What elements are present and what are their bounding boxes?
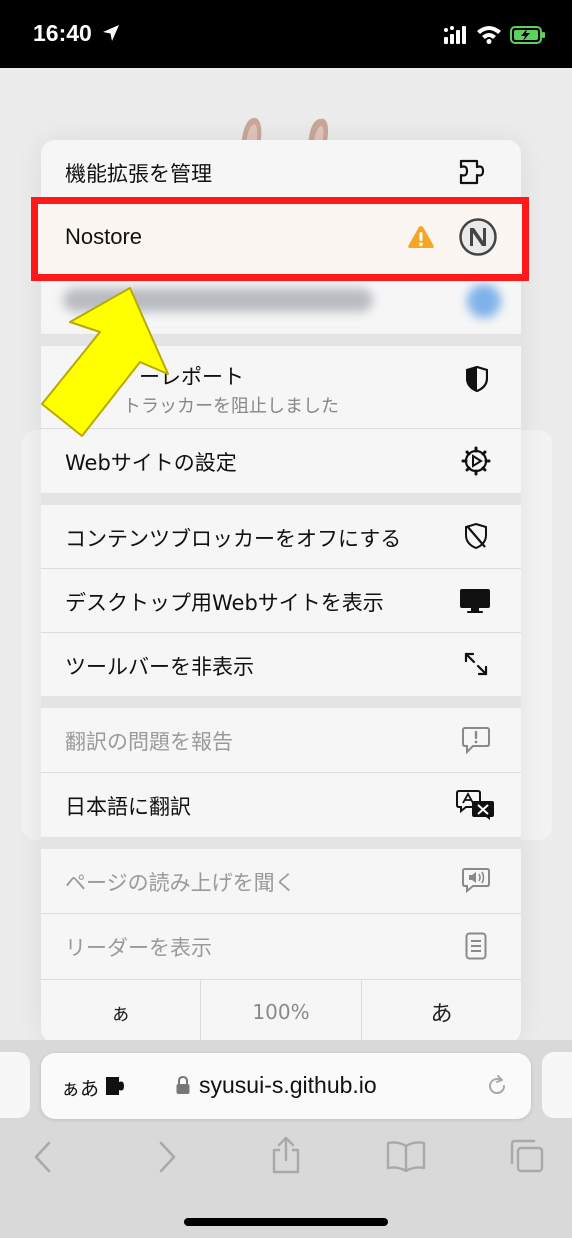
menu-item-label: ツールバーを非表示 [65,655,254,679]
address-bar[interactable]: ぁあ syusui-s.github.io [41,1053,531,1119]
nostore-icon [459,218,497,256]
tabs-icon[interactable] [508,1138,546,1174]
privacy-shield-icon [466,366,488,392]
status-bar: 16:40 [0,0,572,68]
menu-item-label: デスクトップ用Webサイトを表示 [65,591,384,615]
forward-icon[interactable] [156,1140,178,1174]
desktop-monitor-icon [460,589,490,613]
lock-icon [176,1075,190,1094]
page-menu-button[interactable]: ぁあ [61,1074,99,1101]
menu-item-label: Webサイトの設定 [65,451,237,475]
reader-document-icon [465,932,487,960]
menu-item-nostore[interactable]: Nostore [31,197,529,281]
menu-item-label: リーダーを表示 [65,936,212,960]
url-domain: syusui-s.github.io [199,1072,377,1098]
warning-icon [408,226,434,248]
menu-item-label: ページの読み上げを聞く [65,871,296,895]
listen-page-speaker-icon [462,868,490,893]
menu-item-manage-extensions[interactable]: 機能拡張を管理 [41,140,521,202]
menu-item-label: 日本語に翻訳 [65,795,191,819]
reload-icon[interactable] [485,1074,509,1098]
extension-puzzle-icon[interactable] [105,1075,131,1097]
location-arrow-icon [103,25,119,41]
translate-icon [456,790,494,820]
annotation-arrow [41,287,169,437]
next-tab-peek[interactable] [542,1052,572,1118]
battery-charging-icon [510,26,545,44]
menu-item-desktop-site[interactable]: デスクトップ用Webサイトを表示 [41,569,521,632]
menu-item-label: コンテンツブロッカーをオフにする [65,527,402,551]
extension-manage-icon [459,159,485,185]
bookmarks-icon[interactable] [386,1140,426,1172]
zoom-in-button[interactable]: あ [362,980,521,1043]
menu-item-listen-page[interactable]: ページの読み上げを聞く [41,849,521,913]
cellular-signal-icon [444,26,466,44]
website-settings-gear-icon [461,446,491,476]
blurred-extension-icon [467,284,501,318]
menu-item-show-reader[interactable]: リーダーを表示 [41,914,521,979]
menu-item-content-blocker-off[interactable]: コンテンツブロッカーをオフにする [41,505,521,568]
menu-item-label: 翻訳の問題を報告 [65,730,233,754]
hide-toolbar-arrows-icon [464,652,488,676]
zoom-controls: ぁ 100% あ [41,980,521,1043]
menu-item-label: 機能拡張を管理 [65,162,212,186]
menu-item-report-translation[interactable]: 翻訳の問題を報告 [41,708,521,772]
report-issue-bubble-icon [462,727,490,754]
back-icon[interactable] [32,1140,54,1174]
status-time: 16:40 [33,20,92,46]
share-icon[interactable] [270,1136,302,1174]
content-blocker-off-icon [465,522,487,550]
wifi-icon [477,26,501,44]
menu-item-label: Nostore [65,224,143,249]
home-indicator [184,1218,388,1226]
menu-item-translate-japanese[interactable]: 日本語に翻訳 [41,773,521,837]
previous-tab-peek[interactable] [0,1052,30,1118]
zoom-out-button[interactable]: ぁ [41,980,200,1043]
menu-item-hide-toolbar[interactable]: ツールバーを非表示 [41,633,521,696]
zoom-level-reset-button[interactable]: 100% [201,980,361,1043]
